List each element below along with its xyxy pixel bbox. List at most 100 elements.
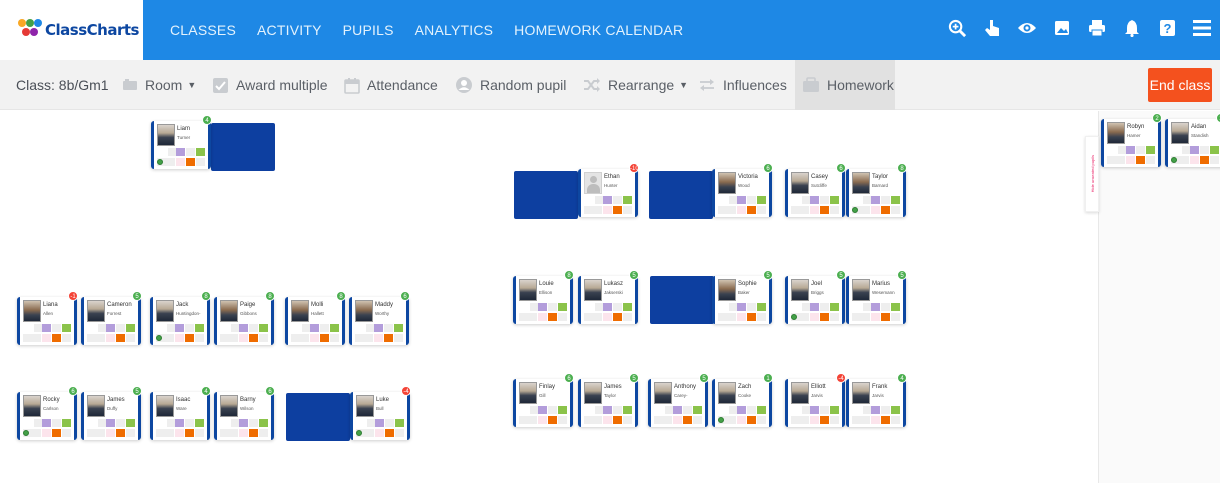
indicator-chip[interactable] [871, 406, 880, 414]
indicator-chip[interactable] [259, 419, 268, 427]
pupil-card[interactable]: James Duffy 5 [81, 386, 142, 440]
behaviour-score-badge[interactable]: 4 [897, 373, 907, 383]
indicator-chip[interactable] [871, 196, 880, 204]
indicator-chip[interactable] [603, 313, 612, 321]
behaviour-score-badge[interactable]: 5 [132, 386, 142, 396]
indicator-chip[interactable] [820, 416, 829, 424]
indicator-chip[interactable] [239, 324, 248, 332]
indicator-chip[interactable] [830, 313, 839, 321]
indicator-chip[interactable] [239, 419, 248, 427]
indicator-chip[interactable] [519, 416, 528, 424]
indicator-chip[interactable] [62, 419, 71, 427]
indicator-chip[interactable] [830, 196, 839, 204]
print-icon[interactable] [1087, 17, 1107, 39]
indicator-chip[interactable] [718, 206, 727, 214]
pupil-card[interactable]: Jack Huntingdon- 8 [150, 291, 211, 345]
indicator-chip[interactable] [42, 324, 51, 332]
behaviour-score-badge[interactable]: 8 [265, 291, 275, 301]
random-pupil-button[interactable]: Random pupil [455, 60, 566, 110]
behaviour-score-badge[interactable]: 8 [897, 163, 907, 173]
indicator-chip[interactable] [175, 419, 184, 427]
behaviour-score-badge[interactable]: 4 [202, 115, 212, 125]
indicator-chip[interactable] [196, 148, 205, 156]
indicator-chip[interactable] [613, 206, 622, 214]
behaviour-score-badge[interactable]: 5 [132, 291, 142, 301]
indicator-chip[interactable] [538, 303, 547, 311]
attendance-button[interactable]: Attendance [344, 60, 438, 110]
indicator-chip[interactable] [87, 429, 96, 437]
indicator-chip[interactable] [229, 429, 238, 437]
indicator-chip[interactable] [106, 324, 115, 332]
indicator-chip[interactable] [820, 406, 829, 414]
indicator-chip[interactable] [62, 429, 71, 437]
indicator-chip[interactable] [810, 416, 819, 424]
empty-seat[interactable] [649, 171, 713, 219]
indicator-chip[interactable] [871, 313, 880, 321]
pupil-card[interactable]: Isaac Ware 4 [150, 386, 211, 440]
indicator-chip[interactable] [259, 429, 268, 437]
eye-icon[interactable] [1017, 17, 1037, 39]
indicator-chip[interactable] [747, 313, 756, 321]
indicator-chip[interactable] [747, 416, 756, 424]
zoom-in-icon[interactable] [947, 17, 967, 39]
indicator-chip[interactable] [23, 334, 32, 342]
indicator-chip[interactable] [538, 416, 547, 424]
behaviour-score-badge[interactable]: -10 [629, 163, 639, 173]
homework-button[interactable]: Homework [795, 60, 895, 110]
pupil-card[interactable]: Joel Briggs 5 [785, 270, 846, 324]
indicator-chip[interactable] [603, 416, 612, 424]
rearrange-dropdown[interactable]: Rearrange ▼ [583, 60, 688, 110]
indicator-chip[interactable] [175, 334, 184, 342]
nav-homework-calendar[interactable]: HOMEWORK CALENDAR [514, 22, 683, 38]
pupil-card[interactable]: Rocky Carlson 6 [17, 386, 78, 440]
behaviour-score-badge[interactable]: 5 [629, 373, 639, 383]
indicator-chip[interactable] [891, 406, 900, 414]
pupil-card[interactable]: Finlay Gill 6 [513, 373, 574, 427]
indicator-chip[interactable] [126, 334, 135, 342]
indicator-chip[interactable] [757, 406, 766, 414]
indicator-chip[interactable] [52, 334, 61, 342]
indicator-chip[interactable] [330, 324, 339, 332]
empty-seat[interactable] [286, 393, 350, 441]
behaviour-score-badge[interactable]: -1 [68, 291, 78, 301]
behaviour-score-badge[interactable]: 8 [201, 291, 211, 301]
indicator-chip[interactable] [737, 303, 746, 311]
indicator-chip[interactable] [852, 416, 861, 424]
indicator-chip[interactable] [747, 303, 756, 311]
indicator-chip[interactable] [106, 334, 115, 342]
indicator-chip[interactable] [249, 419, 258, 427]
indicator-chip[interactable] [623, 206, 632, 214]
image-icon[interactable] [1052, 17, 1072, 39]
indicator-chip[interactable] [737, 196, 746, 204]
indicator-chip[interactable] [229, 334, 238, 342]
indicator-chip[interactable] [881, 303, 890, 311]
indicator-chip[interactable] [593, 313, 602, 321]
indicator-chip[interactable] [538, 406, 547, 414]
indicator-chip[interactable] [175, 429, 184, 437]
behaviour-score-badge[interactable]: 5 [629, 270, 639, 280]
nav-pupils[interactable]: PUPILS [343, 22, 394, 38]
behaviour-score-badge[interactable]: 5 [836, 270, 846, 280]
indicator-chip[interactable] [548, 416, 557, 424]
indicator-chip[interactable] [1190, 156, 1199, 164]
behaviour-score-badge[interactable]: 6 [564, 373, 574, 383]
indicator-chip[interactable] [116, 419, 125, 427]
indicator-chip[interactable] [584, 416, 593, 424]
indicator-chip[interactable] [42, 429, 51, 437]
indicator-chip[interactable] [116, 334, 125, 342]
indicator-chip[interactable] [195, 324, 204, 332]
indicator-chip[interactable] [800, 313, 809, 321]
indicator-chip[interactable] [62, 334, 71, 342]
bell-icon[interactable] [1122, 17, 1142, 39]
indicator-chip[interactable] [185, 324, 194, 332]
indicator-chip[interactable] [757, 196, 766, 204]
behaviour-score-badge[interactable]: 6 [400, 291, 410, 301]
pointer-icon[interactable] [982, 17, 1002, 39]
pupil-card[interactable]: Frank Jarvis 4 [846, 373, 907, 427]
indicator-chip[interactable] [394, 334, 403, 342]
indicator-chip[interactable] [891, 196, 900, 204]
pupil-card[interactable]: Taylor Barnard 8 [846, 163, 907, 217]
behaviour-score-badge[interactable]: 5 [763, 270, 773, 280]
indicator-chip[interactable] [558, 303, 567, 311]
pupil-card[interactable]: Cameron Forrest 5 [81, 291, 142, 345]
